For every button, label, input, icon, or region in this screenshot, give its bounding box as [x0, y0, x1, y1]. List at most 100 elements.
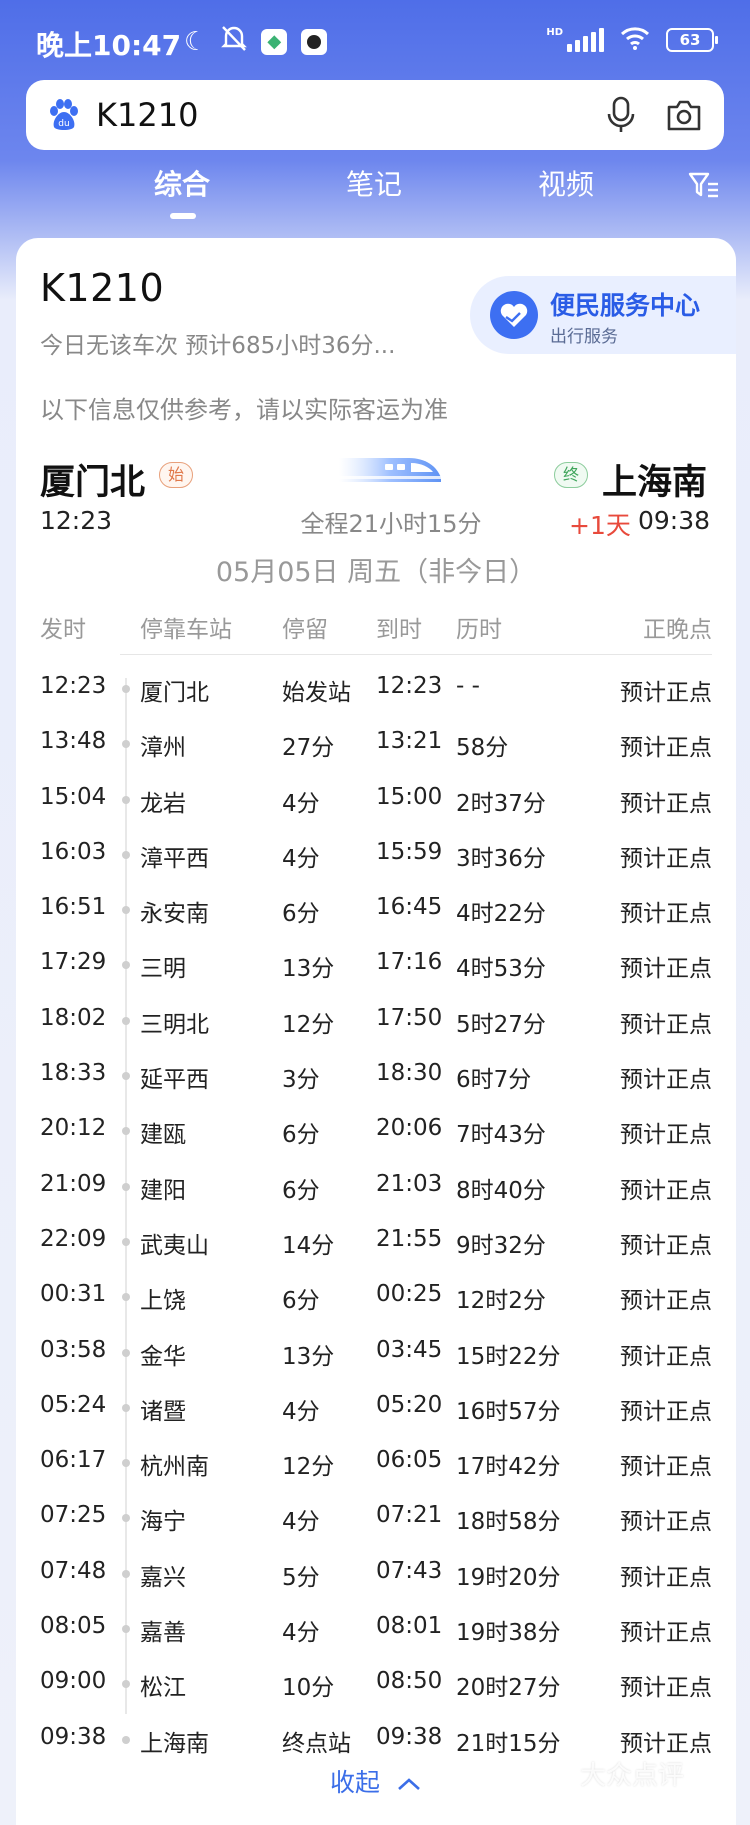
punctuality-status: 预计正点 [620, 1343, 712, 1370]
tab-comprehensive[interactable]: 综合 [154, 165, 210, 205]
departure-time: 18:33 [40, 1060, 107, 1087]
signal-icon [567, 27, 604, 52]
search-input[interactable]: K1210 [96, 94, 198, 136]
moon-icon: ☾ [184, 26, 208, 57]
elapsed-time: 21时15分 [456, 1730, 561, 1757]
departure-time: 05:24 [40, 1391, 107, 1418]
table-row: 21:09 建阳 6分 21:03 8时40分 预计正点 [16, 1159, 736, 1214]
station-name: 松江 [140, 1675, 186, 1702]
arrival-time: 07:43 [376, 1557, 443, 1584]
timeline-dot [122, 1182, 130, 1191]
header-station: 停靠车站 [140, 617, 232, 643]
station-name: 嘉善 [140, 1620, 186, 1647]
timeline-dot [122, 1348, 130, 1357]
station-name: 建瓯 [140, 1122, 186, 1149]
punctuality-status: 预计正点 [620, 1177, 712, 1204]
stop-duration: 4分 [282, 845, 320, 872]
service-center-button[interactable]: 便民服务中心 出行服务 [470, 276, 736, 354]
arrival-time: 18:30 [376, 1060, 443, 1087]
timeline-dot [122, 685, 130, 693]
microphone-icon[interactable] [606, 96, 636, 134]
timeline-dot [122, 1016, 130, 1025]
timetable-rows: 12:23 厦门北 始发站 12:23 - - 预计正点 13:48 漳州 27分 13:21 58… [16, 661, 736, 1767]
status-bar: 晚上10:47 ☾ ◆ HD 63 [0, 0, 750, 80]
table-row: 16:51 永安南 6分 16:45 4时22分 预计正点 [16, 882, 736, 937]
service-title: 便民服务中心 [550, 291, 701, 320]
stop-duration: 6分 [282, 901, 320, 928]
header-departure: 发时 [40, 617, 86, 643]
departure-time: 09:00 [40, 1668, 107, 1695]
table-row: 15:04 龙岩 4分 15:00 2时37分 预计正点 [16, 772, 736, 827]
train-info-card: K1210 今日无该车次 预计685小时36分... 便民服务中心 出行服务 以… [16, 238, 736, 1825]
station-name: 上海南 [140, 1730, 209, 1757]
arrival-time: 15:59 [376, 838, 443, 865]
table-row: 22:09 武夷山 14分 21:55 9时32分 预计正点 [16, 1214, 736, 1269]
status-right-icons: HD 63 [546, 26, 718, 53]
battery-indicator: 63 [666, 27, 718, 52]
station-name: 龙岩 [140, 790, 186, 817]
punctuality-status: 预计正点 [620, 1067, 712, 1094]
arrival-time: 15:00 [376, 783, 443, 810]
arrival-time: 17:50 [376, 1004, 443, 1031]
stop-duration: 27分 [282, 735, 335, 762]
elapsed-time: 2时37分 [456, 790, 546, 817]
punctuality-status: 预计正点 [620, 1564, 712, 1591]
elapsed-time: 20时27分 [456, 1675, 561, 1702]
table-row: 07:48 嘉兴 5分 07:43 19时20分 预计正点 [16, 1546, 736, 1601]
station-name: 建阳 [140, 1177, 186, 1204]
timeline-dot [122, 1625, 130, 1634]
departure-time: 07:25 [40, 1502, 107, 1529]
arrival-time: 20:06 [376, 1115, 443, 1142]
tab-notes[interactable]: 笔记 [346, 165, 402, 205]
search-bar[interactable]: du K1210 [26, 80, 724, 150]
table-row: 09:00 松江 10分 08:50 20时27分 预计正点 [16, 1656, 736, 1711]
station-name: 三明 [140, 956, 186, 983]
punctuality-status: 预计正点 [620, 1454, 712, 1481]
departure-time: 07:48 [40, 1557, 107, 1584]
departure-time: 15:04 [40, 783, 107, 810]
timeline-dot [122, 1127, 130, 1136]
departure-time: 00:31 [40, 1281, 107, 1308]
tab-videos[interactable]: 视频 [538, 165, 594, 205]
service-subtitle: 出行服务 [550, 327, 618, 347]
elapsed-time: 7时43分 [456, 1122, 546, 1149]
punctuality-status: 预计正点 [620, 1620, 712, 1647]
stop-duration: 4分 [282, 790, 320, 817]
timeline-dot [122, 740, 130, 749]
stop-duration: 13分 [282, 1343, 335, 1370]
timeline-dot [122, 1403, 130, 1412]
elapsed-time: 4时53分 [456, 956, 546, 983]
stop-duration: 6分 [282, 1288, 320, 1315]
timeline-dot [122, 1735, 130, 1744]
stop-duration: 12分 [282, 1011, 335, 1038]
station-name: 三明北 [140, 1011, 209, 1038]
departure-time: 16:03 [40, 838, 107, 865]
elapsed-time: 17时42分 [456, 1454, 561, 1481]
arrival-time: 13:21 [376, 728, 443, 755]
stop-duration: 5分 [282, 1564, 320, 1591]
handshake-heart-icon [490, 291, 538, 339]
filter-icon[interactable] [688, 171, 720, 201]
table-row: 16:03 漳平西 4分 15:59 3时36分 预计正点 [16, 827, 736, 882]
stop-duration: 6分 [282, 1122, 320, 1149]
elapsed-time: 19时38分 [456, 1620, 561, 1647]
departure-time: 09:38 [40, 1723, 107, 1750]
status-time: 晚上10:47 [36, 29, 182, 62]
app-notification-icon [301, 28, 328, 55]
header-punctuality: 正晚点 [643, 617, 712, 643]
table-row: 00:31 上饶 6分 00:25 12时2分 预计正点 [16, 1269, 736, 1324]
station-name: 延平西 [140, 1067, 209, 1094]
punctuality-status: 预计正点 [620, 1398, 712, 1425]
departure-time: 12:23 [40, 673, 107, 699]
header-divider [120, 654, 712, 655]
train-number: K1210 [40, 266, 165, 310]
table-row: 07:25 海宁 4分 07:21 18时58分 预计正点 [16, 1490, 736, 1545]
camera-icon[interactable] [666, 98, 702, 132]
stop-duration: 4分 [282, 1509, 320, 1536]
table-row: 03:58 金华 13分 03:45 15时22分 预计正点 [16, 1325, 736, 1380]
elapsed-time: 3时36分 [456, 845, 546, 872]
network-label: HD [546, 27, 563, 38]
baidu-logo-icon: du [50, 99, 78, 130]
punctuality-status: 预计正点 [620, 1011, 712, 1038]
stop-duration: 14分 [282, 1232, 335, 1259]
